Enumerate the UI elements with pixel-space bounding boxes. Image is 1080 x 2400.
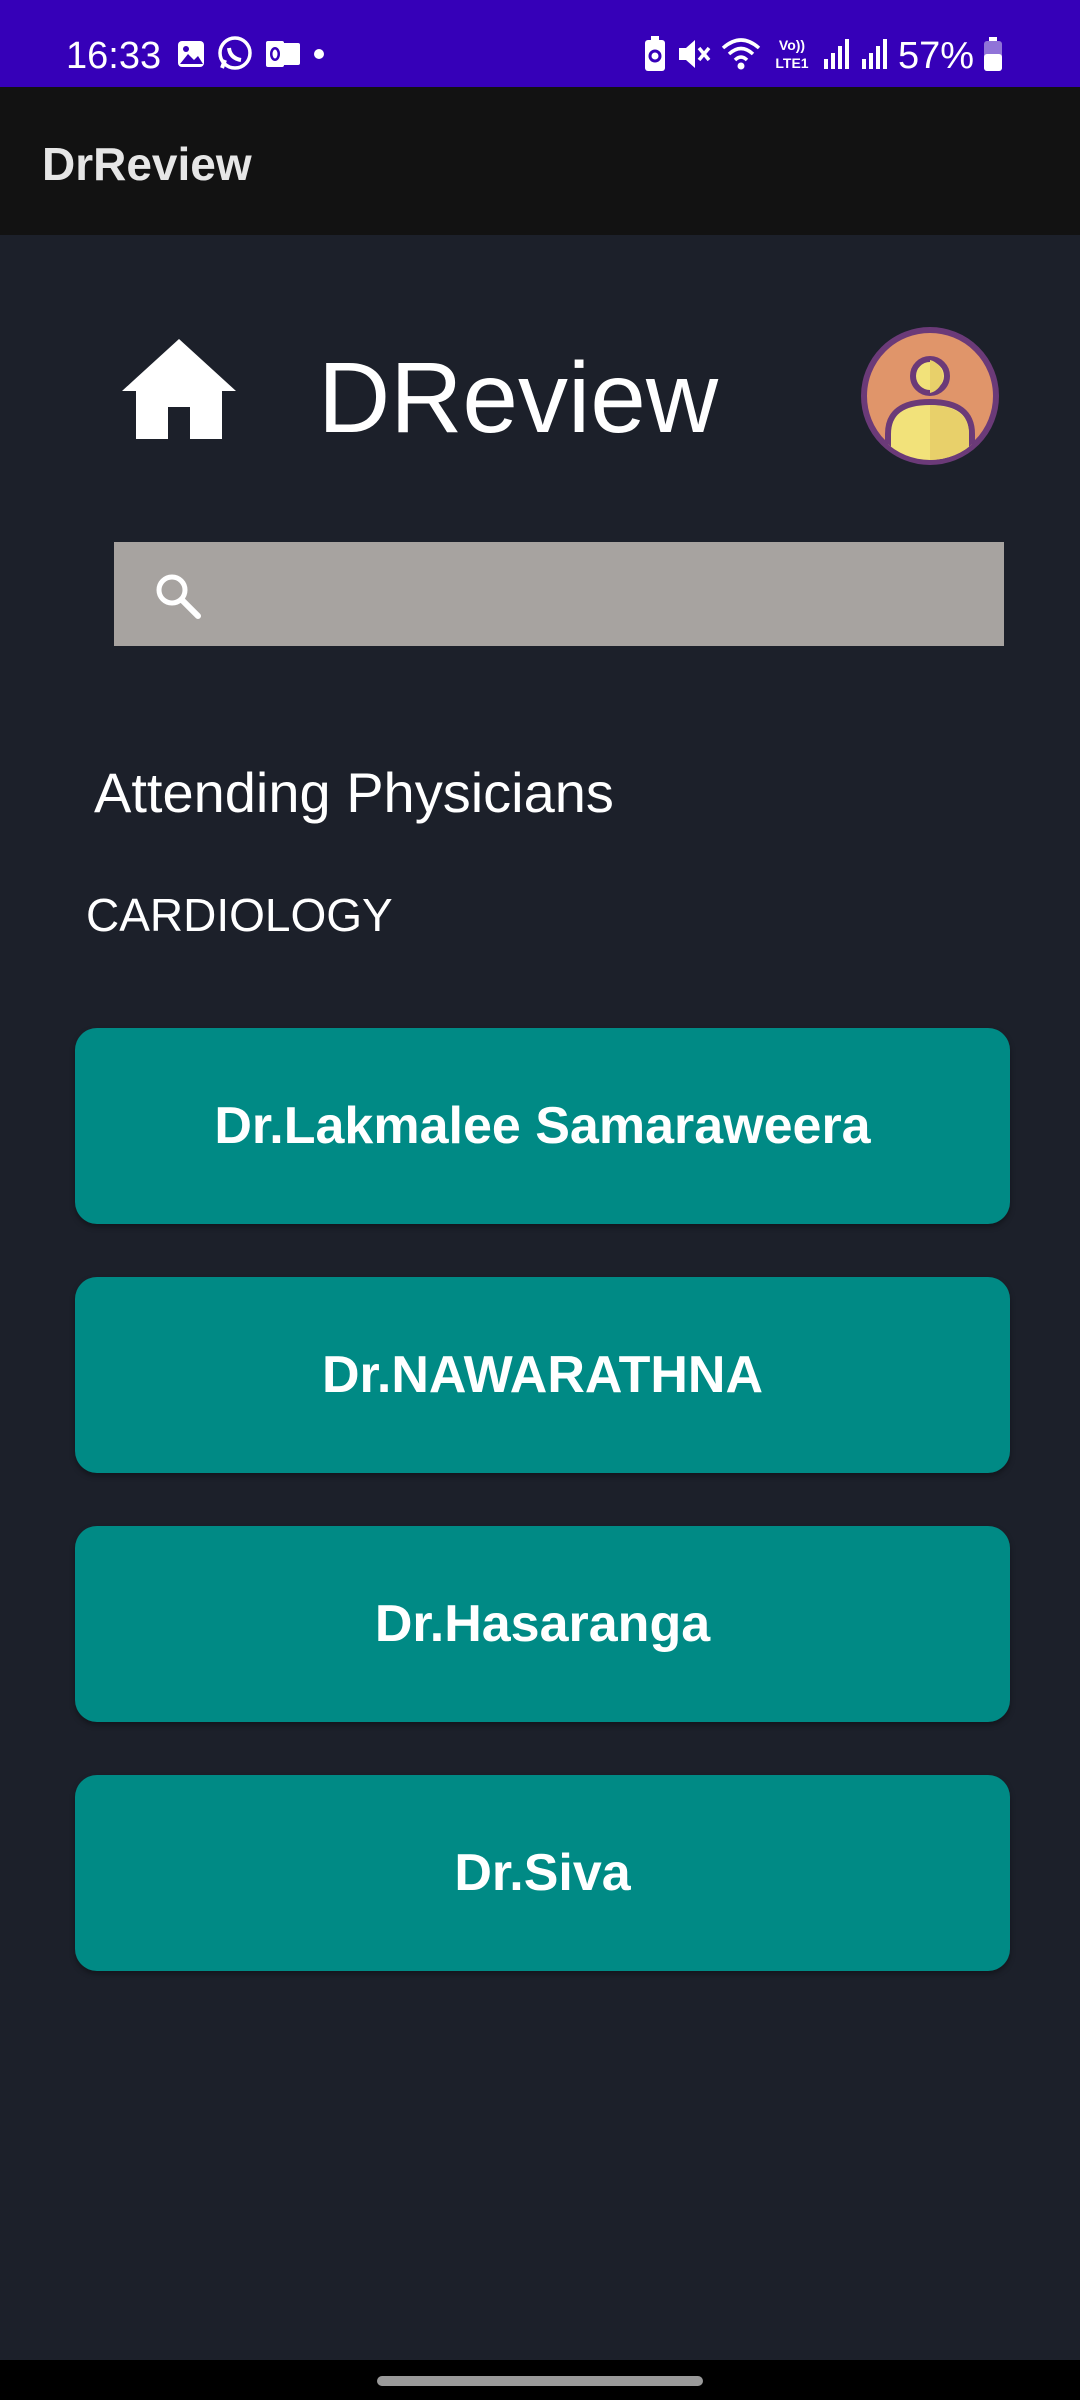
system-nav-bar [0,2360,1080,2400]
battery-percent: 57% [897,35,974,77]
whatsapp-icon [216,35,254,78]
search-bar[interactable] [114,542,1004,648]
doctor-button[interactable]: Dr.NAWARATHNA [75,1277,1010,1473]
brand-title: DReview [318,342,719,454]
status-system-icons: Vo)) LTE1 57% [634,34,1004,78]
department-label: CARDIOLOGY [86,889,393,941]
signal-icon [860,37,890,76]
home-icon[interactable] [118,335,240,441]
app-bar-title: DrReview [42,138,252,190]
gesture-handle[interactable] [377,2376,703,2386]
svg-text:LTE1: LTE1 [775,55,808,71]
battery-saver-icon [642,35,668,78]
gallery-icon [176,39,206,74]
user-avatar-icon[interactable] [860,326,1000,466]
search-icon [152,570,204,622]
doctor-button[interactable]: Dr.Siva [75,1775,1010,1971]
status-bar: 16:33 Vo)) LTE1 57% [0,0,1080,87]
status-notification-icons [176,35,336,78]
notification-dot-icon [312,47,326,66]
battery-icon [982,36,1004,77]
search-input[interactable] [224,542,988,648]
wifi-icon [720,36,762,77]
doctor-button[interactable]: Dr.Lakmalee Samaraweera [75,1028,1010,1224]
svg-text:Vo)): Vo)) [779,37,805,53]
outlook-icon [264,37,302,76]
section-title: Attending Physicians [94,761,614,824]
mute-icon [676,36,712,77]
doctor-button[interactable]: Dr.Hasaranga [75,1526,1010,1722]
doctor-list: Dr.Lakmalee Samaraweera Dr.NAWARATHNA Dr… [75,1028,1010,2024]
app-bar: DrReview [0,87,1080,235]
signal-icon [822,37,852,76]
volte-icon: Vo)) LTE1 [770,35,814,78]
status-time: 16:33 [66,35,162,77]
